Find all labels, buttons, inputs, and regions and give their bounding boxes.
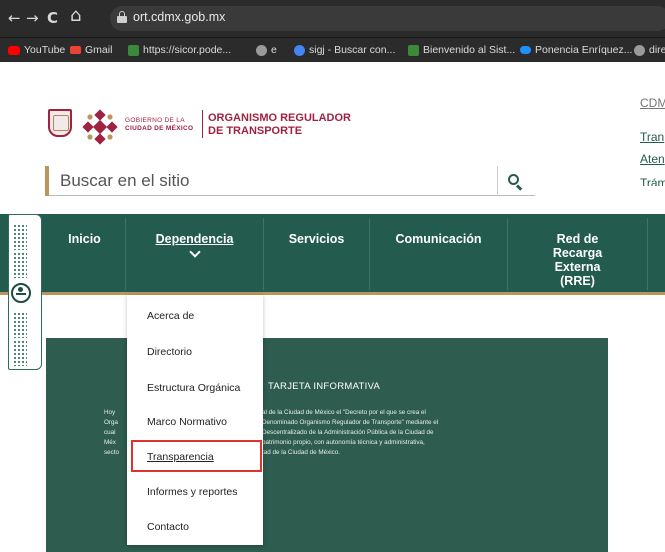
link-cdmx[interactable]: CDM [640, 96, 665, 110]
nav-comunicacion[interactable]: Comunicación [370, 218, 508, 290]
cdmx-logo-icon[interactable] [82, 109, 118, 145]
bookmark-label: Gmail [85, 44, 113, 56]
dots-grid-icon[interactable] [13, 224, 27, 250]
sistema-icon [408, 44, 419, 56]
back-arrow-icon[interactable]: ← [8, 9, 21, 27]
globe-icon [634, 44, 645, 56]
menu-item-marco-normativo[interactable]: Marco Normativo [147, 416, 227, 428]
home-icon[interactable]: ⌂ [70, 7, 81, 25]
card-fragment: Hoy [104, 409, 116, 416]
link-atencion[interactable]: Aten [640, 152, 665, 166]
gmail-icon [70, 46, 81, 54]
accessibility-icon[interactable] [11, 283, 31, 303]
org-line-1: ORGANISMO REGULADOR [208, 112, 351, 124]
gob-line-1: GOBIERNO DE LA [125, 117, 185, 124]
reload-icon[interactable]: C [47, 9, 58, 27]
nav-label: Dependencia [155, 232, 234, 246]
search-icon[interactable] [506, 172, 526, 192]
card-fragment: cual [104, 429, 116, 436]
cloud-icon [520, 46, 531, 54]
right-links: CDM Tran Aten Trám [640, 96, 665, 186]
nav-gold-stripe [0, 292, 665, 295]
logo-divider [202, 110, 203, 138]
highlight-box [131, 440, 262, 472]
bookmark-label: dire [649, 44, 665, 56]
bookmark-label: sigj - Buscar con... [309, 44, 396, 56]
google-icon [294, 44, 305, 56]
youtube-icon [8, 45, 20, 55]
nav-servicios[interactable]: Servicios [264, 218, 370, 290]
lock-icon [117, 11, 127, 23]
card-text-line: al de la Ciudad de México el "Decreto po… [262, 409, 426, 416]
menu-item-acerca-de[interactable]: Acerca de [147, 310, 194, 322]
menu-item-directorio[interactable]: Directorio [147, 346, 192, 358]
bookmark-e[interactable]: e [256, 44, 277, 56]
dots-grid-icon[interactable] [13, 312, 27, 338]
menu-item-informes-y-reportes[interactable]: Informes y reportes [147, 486, 237, 498]
nav-label: Red de Recarga Externa (RRE) [552, 232, 603, 288]
browser-toolbar: ← → C ⌂ ort.cdmx.gob.mx [0, 0, 665, 38]
sicor-icon [128, 44, 139, 56]
bookmark-gmail[interactable]: Gmail [70, 44, 112, 56]
bookmark-label: https://sicor.pode... [143, 44, 232, 56]
globe-icon [256, 44, 267, 56]
menu-item-contacto[interactable]: Contacto [147, 521, 189, 533]
card-fragment: Orga [104, 419, 118, 426]
bookmark-ponencia[interactable]: Ponencia Enríquez... [520, 44, 632, 56]
search-accent-bar [45, 166, 49, 196]
org-line-2: DE TRANSPORTE [208, 125, 303, 137]
dots-grid-icon[interactable] [13, 340, 27, 366]
card-fragment: secto [104, 449, 120, 456]
bookmark-dire[interactable]: dire [634, 44, 665, 56]
nav-rre[interactable]: Red de Recarga Externa (RRE) [508, 218, 648, 290]
card-text-line: patrimonio propio, con autonomía técnica… [262, 439, 425, 446]
nav-inicio[interactable]: Inicio [44, 218, 126, 290]
bookmark-youtube[interactable]: YouTube [8, 44, 65, 56]
search-separator [497, 166, 498, 196]
dots-grid-icon[interactable] [13, 252, 27, 278]
bookmarks-bar: YouTube Gmail https://sicor.pode... e si… [0, 38, 665, 62]
search-input[interactable] [60, 168, 490, 194]
coat-of-arms-icon [48, 109, 72, 137]
link-tramites[interactable]: Trám [640, 176, 665, 186]
card-text-line: Descentralizado de la Administración Púb… [262, 429, 434, 436]
url-text[interactable]: ort.cdmx.gob.mx [133, 10, 225, 24]
gobierno-cdmx-text: GOBIERNO DE LA CIUDAD DE MÉXICO [125, 117, 193, 133]
card-text-line: tad de la Ciudad de México. [262, 449, 341, 456]
chevron-down-icon [190, 250, 200, 260]
card-title: TARJETA INFORMATIVA [268, 381, 381, 392]
bookmark-bienvenido[interactable]: Bienvenido al Sist... [408, 44, 515, 56]
bookmark-label: Bienvenido al Sist... [423, 44, 516, 56]
card-fragment: Méx [104, 439, 116, 446]
gob-line-2: CIUDAD DE MÉXICO [125, 125, 194, 132]
bookmark-sicor[interactable]: https://sicor.pode... [128, 44, 231, 56]
bookmark-label: YouTube [24, 44, 66, 56]
forward-arrow-icon[interactable]: → [26, 9, 39, 27]
menu-item-estructura-organica[interactable]: Estructura Orgánica [147, 382, 240, 394]
nav-label: Comunicación [395, 232, 482, 246]
nav-label: Inicio [68, 232, 101, 246]
bookmark-label: Ponencia Enríquez... [535, 44, 633, 56]
bookmark-sigj[interactable]: sigj - Buscar con... [294, 44, 395, 56]
nav-dependencia[interactable]: Dependencia [126, 218, 264, 290]
nav-label: Servicios [288, 232, 345, 246]
link-transparencia[interactable]: Tran [640, 130, 664, 144]
card-text-line: Denominado Organismo Regulador de Transp… [262, 419, 439, 426]
bookmark-label: e [271, 44, 277, 56]
org-title: ORGANISMO REGULADOR DE TRANSPORTE [208, 112, 351, 138]
